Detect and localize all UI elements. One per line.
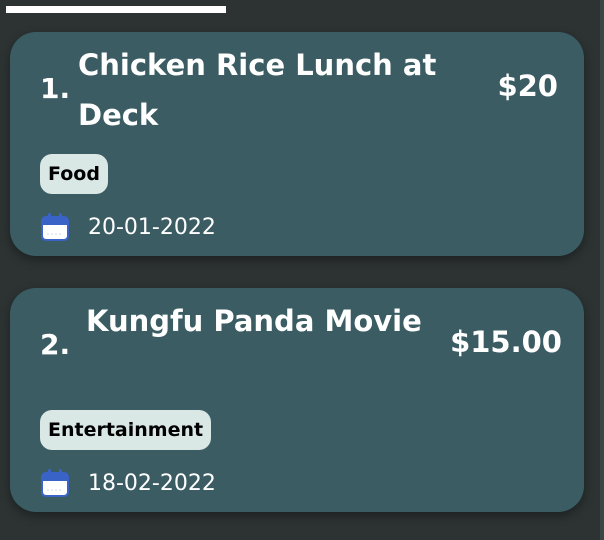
category-tag[interactable]: Food: [40, 154, 108, 194]
expense-date: 18-02-2022: [88, 470, 216, 496]
expense-amount: $15.00: [450, 325, 562, 359]
category-tag[interactable]: Entertainment: [40, 410, 212, 450]
expense-card[interactable]: 1. Chicken Rice Lunch at Deck $20 Food 2…: [10, 32, 584, 256]
expense-date: 20-01-2022: [88, 214, 216, 240]
expense-index: 2.: [40, 328, 71, 361]
calendar-icon: [40, 468, 70, 498]
date-row: 20-01-2022: [40, 212, 216, 242]
calendar-icon: [40, 212, 70, 242]
expense-card[interactable]: 2. Kungfu Panda Movie $15.00 Entertainme…: [10, 288, 584, 512]
top-progress-bar: [6, 6, 226, 13]
expense-index: 1.: [40, 72, 71, 105]
date-row: 18-02-2022: [40, 468, 216, 498]
expense-title: Kungfu Panda Movie: [86, 304, 422, 338]
expense-title: Chicken Rice Lunch at Deck: [78, 48, 437, 132]
expense-amount: $20: [497, 69, 558, 103]
scrollbar-track[interactable]: [600, 0, 604, 540]
